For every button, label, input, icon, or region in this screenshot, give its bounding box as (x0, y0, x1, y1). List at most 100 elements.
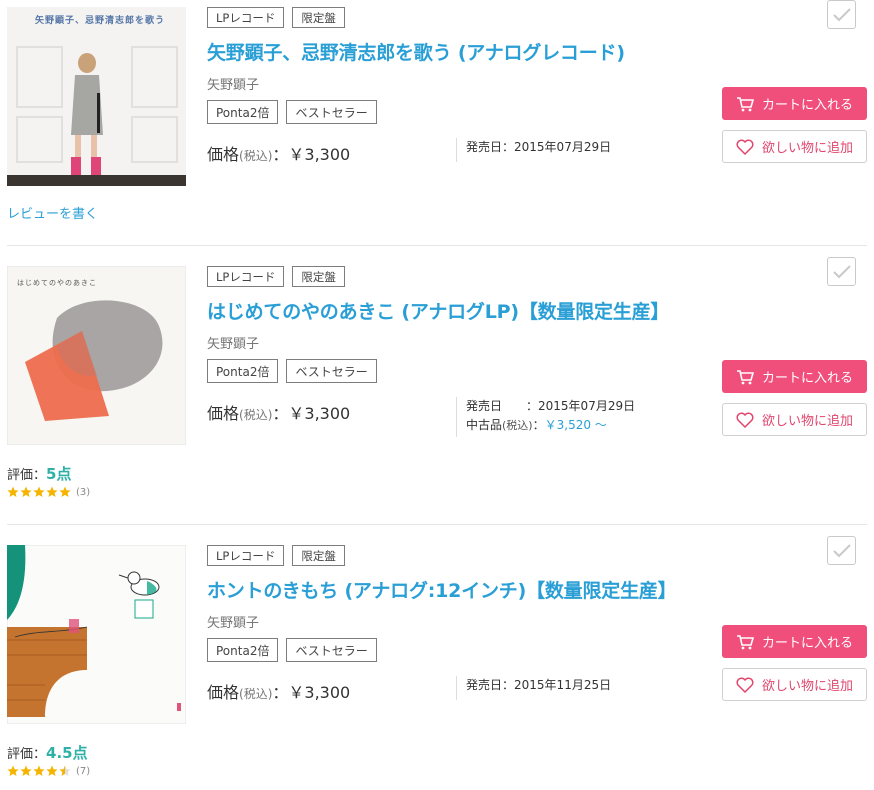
ponta-badge: Ponta2倍 (207, 638, 279, 662)
badge-tags: Ponta2倍 ベストセラー (207, 100, 377, 124)
used-colon: ： (532, 418, 545, 432)
select-checkbox[interactable] (827, 257, 856, 286)
product-item: はじめてのやのあきこ 評価：5点 (3) LPレコード 限定盤 はじめてのやのあ… (0, 257, 874, 506)
format-tags: LPレコード 限定盤 (207, 545, 345, 566)
rating-stars: (7) (7, 765, 90, 777)
product-item: 評価：4.5点 (7) LPレコード 限定盤 ホントのきもち (アナログ:12イ… (0, 536, 874, 790)
price-tax-note: (税込) (239, 408, 273, 422)
used-tax-note: (税込) (502, 419, 533, 432)
release-label: 発売日： (466, 678, 515, 692)
album-cover[interactable] (7, 545, 186, 724)
format-tags: LPレコード 限定盤 (207, 266, 345, 287)
info-divider (456, 138, 457, 162)
price-label: 価格 (207, 683, 240, 702)
release-date: 2015年07月29日 (538, 399, 636, 413)
price-tax-note: (税込) (239, 687, 273, 701)
add-to-wishlist-button[interactable]: 欲しい物に追加 (722, 668, 867, 701)
info-divider (456, 676, 457, 700)
bestseller-badge: ベストセラー (286, 100, 377, 124)
album-cover-title: 矢野顕子、忌野清志郎を歌う (35, 16, 166, 26)
product-title-link[interactable]: はじめてのやのあきこ (アナログLP)【数量限定生産】 (207, 297, 669, 324)
album-cover[interactable]: はじめてのやのあきこ (7, 266, 186, 445)
release-date: 2015年11月25日 (514, 678, 612, 692)
shopping-cart-icon (736, 96, 754, 111)
price-value: ：￥3,300 (272, 404, 351, 423)
release-label: 発売日： (466, 140, 515, 154)
rating-score: 5点 (46, 465, 72, 483)
checkmark-icon (832, 543, 851, 557)
add-to-wishlist-button[interactable]: 欲しい物に追加 (722, 130, 867, 163)
ponta-badge: Ponta2倍 (207, 359, 279, 383)
format-tags: LPレコード 限定盤 (207, 7, 345, 28)
release-info: 発売日：2015年07月29日 (466, 138, 611, 157)
ponta-badge: Ponta2倍 (207, 100, 279, 124)
add-to-cart-button[interactable]: カートに入れる (722, 360, 867, 393)
add-to-wishlist-button[interactable]: 欲しい物に追加 (722, 403, 867, 436)
star-icon (33, 486, 45, 497)
album-cover-art (7, 545, 186, 724)
rating: 評価：4.5点 (7, 742, 88, 763)
review-count[interactable]: (7) (76, 766, 90, 777)
product-title-link[interactable]: ホントのきもち (アナログ:12インチ)【数量限定生産】 (207, 576, 677, 603)
format-tag: LPレコード (207, 7, 285, 28)
add-to-cart-button[interactable]: カートに入れる (722, 87, 867, 120)
release-label: 発売日 ： (466, 399, 539, 413)
price-label: 価格 (207, 404, 240, 423)
checkmark-icon (832, 264, 851, 278)
limited-tag: 限定盤 (292, 266, 345, 287)
artist-link[interactable]: 矢野顕子 (207, 74, 259, 93)
shopping-cart-icon (736, 369, 754, 384)
star-icon (46, 486, 58, 497)
product-title-link[interactable]: 矢野顕子、忌野清志郎を歌う (アナログレコード) (207, 38, 625, 65)
shopping-cart-icon (736, 634, 754, 649)
info-divider (456, 397, 457, 437)
used-price-row: 中古品(税込)：￥3,520 ～ (466, 416, 635, 435)
select-checkbox[interactable] (827, 0, 856, 29)
bestseller-badge: ベストセラー (286, 359, 377, 383)
star-icon (59, 765, 71, 776)
price: 価格(税込)：￥3,300 (207, 679, 350, 703)
add-to-wishlist-label: 欲しい物に追加 (761, 679, 853, 694)
bestseller-badge: ベストセラー (286, 638, 377, 662)
price: 価格(税込)：￥3,300 (207, 400, 350, 424)
star-icon (46, 765, 58, 776)
add-to-cart-label: カートに入れる (761, 371, 853, 386)
album-cover-title: はじめてのやのあきこ (17, 279, 97, 287)
price-value: ：￥3,300 (272, 145, 351, 164)
artist-link[interactable]: 矢野顕子 (207, 612, 259, 631)
item-divider (7, 245, 867, 246)
artist-link[interactable]: 矢野顕子 (207, 333, 259, 352)
album-cover[interactable]: 矢野顕子、忌野清志郎を歌う (7, 7, 186, 186)
badge-tags: Ponta2倍 ベストセラー (207, 359, 377, 383)
rating-stars: (3) (7, 486, 90, 498)
price: 価格(税込)：￥3,300 (207, 141, 350, 165)
star-icon (20, 765, 32, 776)
used-label: 中古品 (466, 418, 503, 432)
album-cover-art (7, 266, 186, 445)
release-date: 2015年07月29日 (514, 140, 612, 154)
add-to-cart-label: カートに入れる (761, 98, 853, 113)
add-to-cart-button[interactable]: カートに入れる (722, 625, 867, 658)
select-checkbox[interactable] (827, 536, 856, 565)
heart-icon (736, 139, 754, 155)
star-icon (20, 486, 32, 497)
add-to-wishlist-label: 欲しい物に追加 (761, 414, 853, 429)
limited-tag: 限定盤 (292, 7, 345, 28)
album-cover-art (7, 7, 186, 186)
price-value: ：￥3,300 (272, 683, 351, 702)
format-tag: LPレコード (207, 545, 285, 566)
star-icon (59, 486, 71, 497)
format-tag: LPレコード (207, 266, 285, 287)
heart-icon (736, 412, 754, 428)
write-review-link[interactable]: レビューを書く (7, 203, 98, 222)
rating-label: 評価： (7, 747, 47, 762)
release-info: 発売日：2015年11月25日 (466, 676, 611, 695)
price-label: 価格 (207, 145, 240, 164)
star-icon (7, 486, 19, 497)
rating-score: 4.5点 (46, 744, 88, 762)
add-to-cart-label: カートに入れる (761, 636, 853, 651)
star-icon (33, 765, 45, 776)
release-info: 発売日 ：2015年07月29日 中古品(税込)：￥3,520 ～ (466, 397, 635, 435)
used-price-link[interactable]: ￥3,520 ～ (545, 418, 607, 432)
review-count[interactable]: (3) (76, 487, 90, 498)
